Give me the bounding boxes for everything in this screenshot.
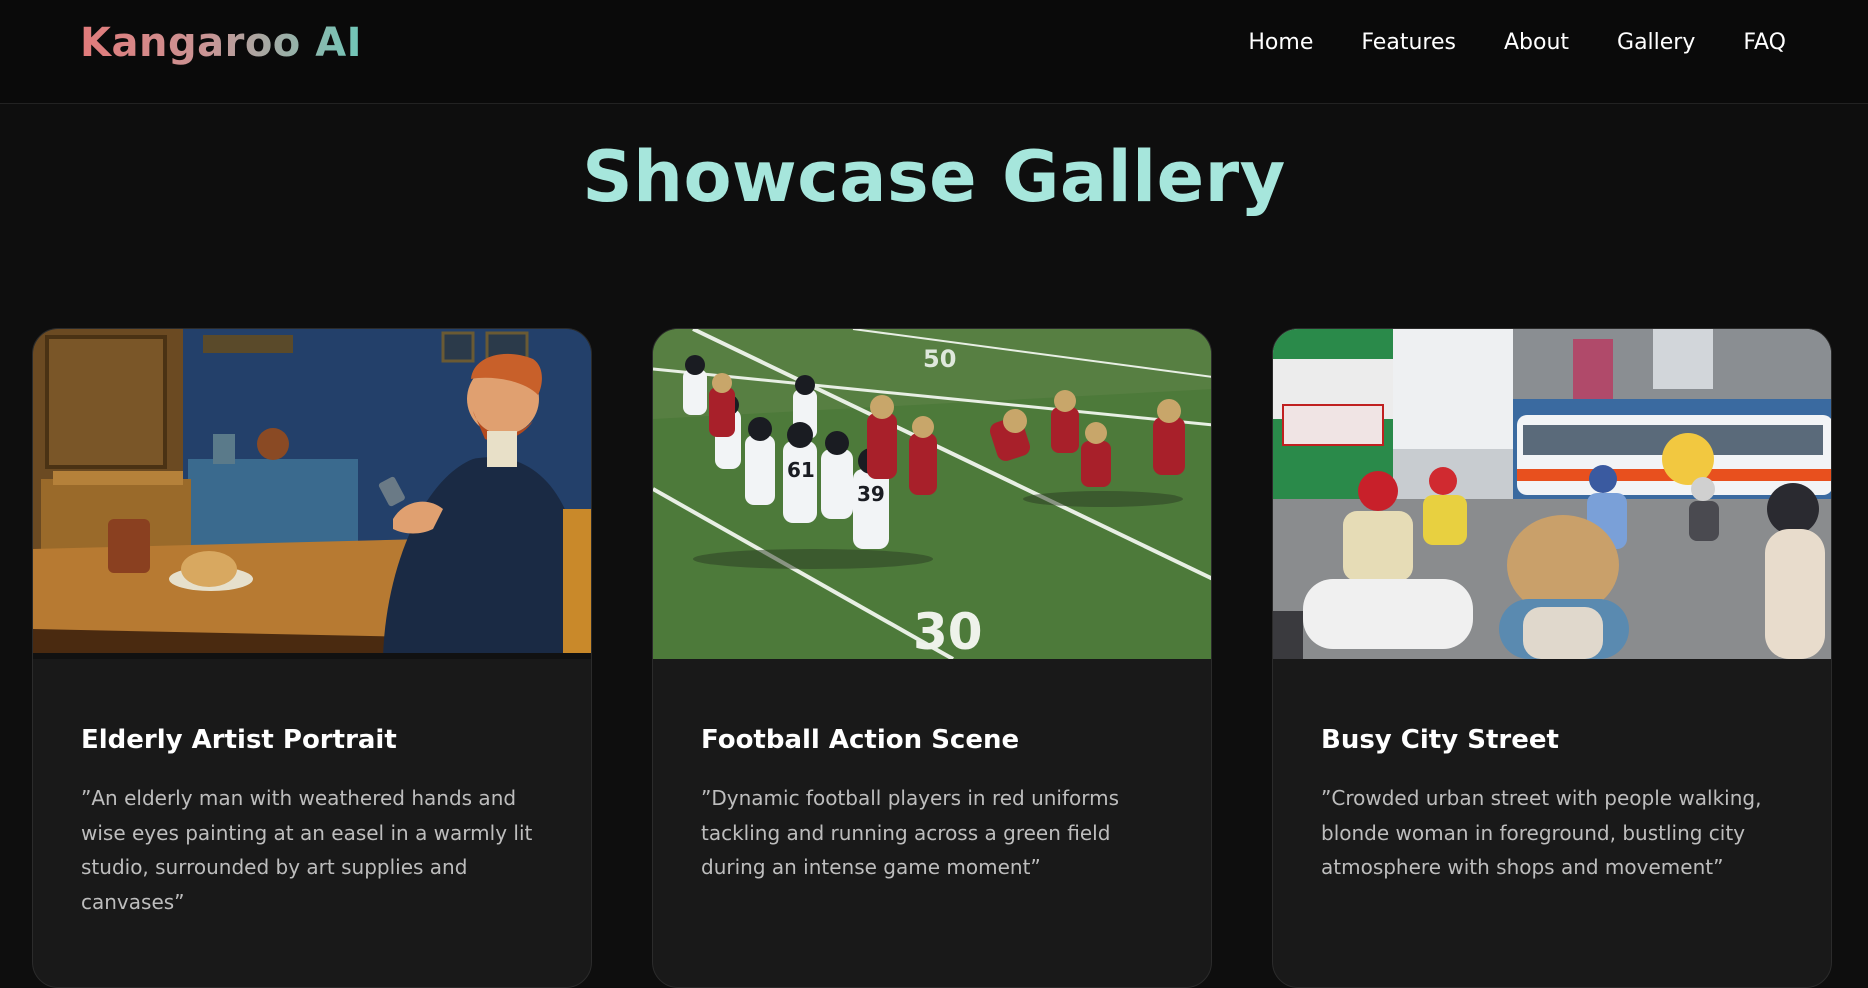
nav-link-faq[interactable]: FAQ bbox=[1743, 30, 1786, 55]
card-image-football-action: 50 30 61 39 bbox=[653, 329, 1211, 659]
gallery-card-city-street[interactable]: Busy City Street ”Crowded urban street w… bbox=[1272, 328, 1832, 988]
nav-link-features[interactable]: Features bbox=[1361, 30, 1456, 55]
top-navbar: Kangaroo AI Home Features About Gallery … bbox=[0, 0, 1868, 104]
card-description-city-street: ”Crowded urban street with people walkin… bbox=[1321, 786, 1762, 879]
gallery-card-football-action[interactable]: 50 30 61 39 Football Action Scene ”Dynam… bbox=[652, 328, 1212, 988]
nav-links: Home Features About Gallery FAQ bbox=[1248, 30, 1786, 55]
card-title-artist-portrait: Elderly Artist Portrait bbox=[81, 725, 397, 755]
logo[interactable]: Kangaroo AI bbox=[80, 20, 362, 66]
card-title-football-action: Football Action Scene bbox=[701, 725, 1020, 755]
svg-text:39: 39 bbox=[857, 482, 885, 506]
card-image-artist-portrait bbox=[33, 329, 591, 659]
svg-text:50: 50 bbox=[923, 345, 956, 373]
gallery-card-artist-portrait[interactable]: Elderly Artist Portrait ”An elderly man … bbox=[32, 328, 592, 988]
card-image-city-street bbox=[1273, 329, 1831, 659]
card-description-football-action: ”Dynamic football players in red uniform… bbox=[701, 786, 1120, 879]
svg-text:30: 30 bbox=[913, 603, 983, 659]
nav-link-about[interactable]: About bbox=[1504, 30, 1569, 55]
svg-text:61: 61 bbox=[787, 458, 815, 482]
card-title-city-street: Busy City Street bbox=[1321, 725, 1559, 755]
nav-link-gallery[interactable]: Gallery bbox=[1617, 30, 1695, 55]
page-title: Showcase Gallery bbox=[582, 136, 1286, 218]
card-description-artist-portrait: ”An elderly man with weathered hands and… bbox=[81, 786, 533, 914]
nav-link-home[interactable]: Home bbox=[1248, 30, 1313, 55]
